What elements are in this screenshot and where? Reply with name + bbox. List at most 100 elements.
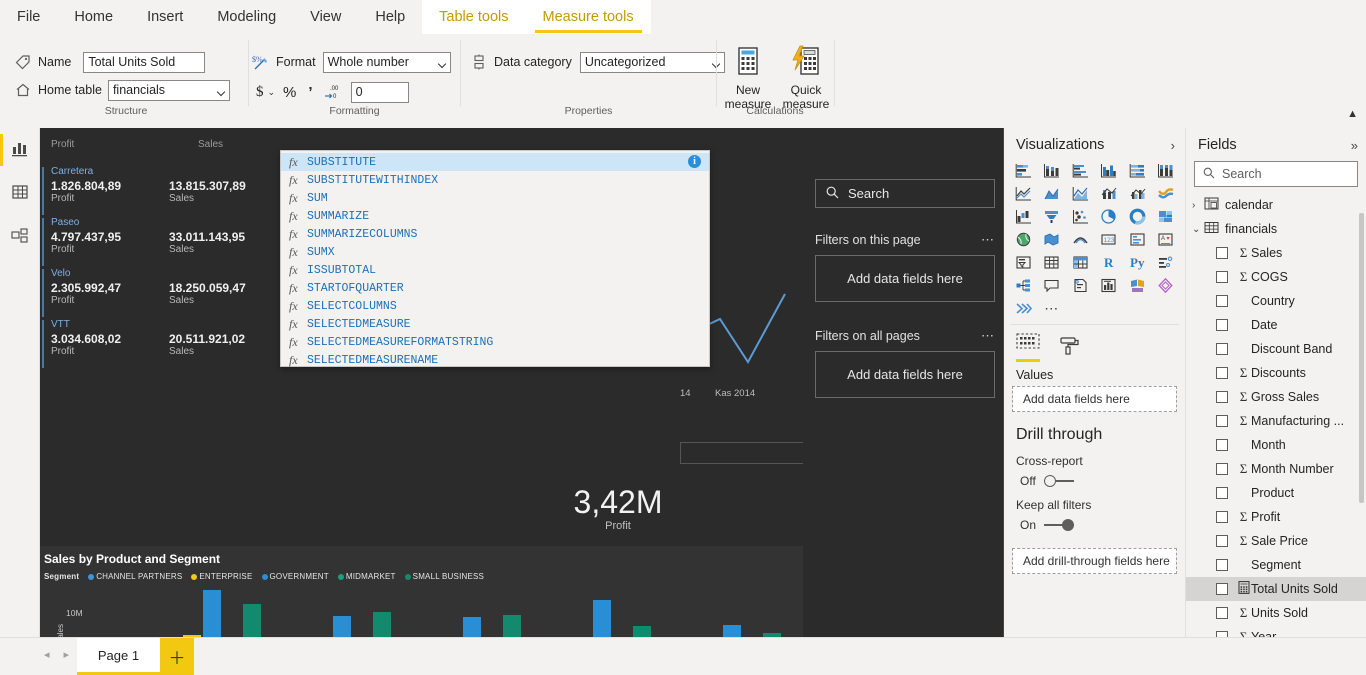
decrease-decimals-icon[interactable]: .00 0 [324,83,342,101]
percent-format-button[interactable]: % [283,84,296,101]
field-item-month[interactable]: Month [1186,433,1366,457]
field-checkbox[interactable] [1216,511,1228,523]
filters-search-box[interactable]: Search [815,179,995,208]
field-checkbox[interactable] [1216,247,1228,259]
quick-measure-button[interactable]: Quick measure [778,44,834,111]
autocomplete-item[interactable]: fx SUBSTITUTE i [281,153,709,171]
power-apps-icon[interactable] [1123,274,1152,297]
currency-dropdown-chevron-icon[interactable]: ⌄ [268,87,276,98]
info-icon[interactable]: i [688,155,701,168]
ribbon-tab-help[interactable]: Help [358,0,422,34]
bar-group[interactable]: Amarilla [553,588,663,637]
data-category-select[interactable]: Uncategorized [579,51,725,73]
tab-fields[interactable] [1016,333,1040,362]
stacked-column-chart-icon[interactable] [1038,159,1067,182]
kpi-icon[interactable]: A [1152,228,1181,251]
fields-search-input[interactable]: Search [1194,161,1358,187]
field-checkbox[interactable] [1216,415,1228,427]
expand-visualizations-chevron-icon[interactable]: › [1171,138,1175,153]
currency-format-button[interactable]: $ [256,84,264,101]
field-item-country[interactable]: Country [1186,289,1366,313]
bar-group[interactable]: Paseo [163,588,273,637]
smart-narrative-icon[interactable] [1066,274,1095,297]
bar-group[interactable]: Velo Product [423,588,533,637]
new-measure-button[interactable]: New measure [720,44,776,111]
ribbon-tab-home[interactable]: Home [57,0,130,34]
thousands-separator-button[interactable]: ’ [308,84,312,101]
clustered-bar-chart-icon[interactable] [1066,159,1095,182]
field-item-sale-price[interactable]: Σ Sale Price [1186,529,1366,553]
key-influencers-icon[interactable] [1152,251,1181,274]
bar-chart-visual[interactable]: Sales by Product and Segment Segment CHA… [40,546,803,637]
ribbon-tab-insert[interactable]: Insert [130,0,200,34]
scatter-chart-icon[interactable] [1066,205,1095,228]
field-item-segment[interactable]: Segment [1186,553,1366,577]
chevron-right-icon[interactable]: › [1192,200,1204,211]
line-stacked-column-chart-icon[interactable] [1095,182,1124,205]
python-visual-icon[interactable]: Py [1123,251,1152,274]
keep-all-filters-toggle[interactable] [1044,519,1075,531]
more-options-icon[interactable]: ⋯ [1038,297,1067,320]
field-checkbox[interactable] [1216,583,1228,595]
card-row[interactable]: Paseo 4.797.437,95 Profit 33.011.143,95 … [42,217,287,266]
dax-autocomplete-dropdown[interactable]: fx SUBSTITUTE i fx SUBSTITUTEWITHINDEX f… [280,150,710,367]
arcgis-map-icon[interactable] [1066,228,1095,251]
bar-government[interactable] [333,616,351,637]
fields-scrollbar[interactable] [1359,213,1364,503]
autocomplete-item[interactable]: fx SELECTCOLUMNS [281,297,709,315]
matrix-icon[interactable] [1066,251,1095,274]
card-row[interactable]: VTT 3.034.608,02 Profit 20.511.921,02 Sa… [42,319,287,368]
expand-fields-chevron-icon[interactable]: » [1351,138,1358,153]
line-chart-icon[interactable] [1009,182,1038,205]
values-dropzone[interactable]: Add data fields here [1012,386,1177,412]
chevron-down-icon[interactable]: ⌄ [1192,224,1204,235]
autocomplete-item[interactable]: fx SUM [281,189,709,207]
field-item-product[interactable]: Product [1186,481,1366,505]
field-checkbox[interactable] [1216,439,1228,451]
previous-page-icon[interactable]: ◂ [44,648,50,661]
fields-table-financials[interactable]: ⌄ financials [1186,217,1366,241]
filters-section-menu-icon[interactable]: ⋯ [981,328,995,344]
autocomplete-item[interactable]: fx SELECTEDMEASURENAME [281,351,709,369]
bar-government[interactable] [463,617,481,637]
home-table-select[interactable]: financials [107,79,230,101]
clustered-column-chart-icon[interactable] [1095,159,1124,182]
autocomplete-item[interactable]: fx SUMMARIZE [281,207,709,225]
autocomplete-item[interactable]: fx SUMMARIZECOLUMNS [281,225,709,243]
field-checkbox[interactable] [1216,487,1228,499]
field-checkbox[interactable] [1216,271,1228,283]
field-checkbox[interactable] [1216,367,1228,379]
power-automate-icon[interactable] [1152,274,1181,297]
field-item-cogs[interactable]: Σ COGS [1186,265,1366,289]
field-item-gross-sales[interactable]: Σ Gross Sales [1186,385,1366,409]
field-item-total-units-sold[interactable]: Total Units Sold [1186,577,1366,601]
field-item-date[interactable]: Date [1186,313,1366,337]
line-clustered-column-chart-icon[interactable] [1123,182,1152,205]
field-item-sales[interactable]: Σ Sales [1186,241,1366,265]
field-checkbox[interactable] [1216,463,1228,475]
drill-through-dropzone[interactable]: Add drill-through fields here [1012,548,1177,574]
card-icon[interactable]: 123 [1095,228,1124,251]
field-item-profit[interactable]: Σ Profit [1186,505,1366,529]
get-more-visuals-icon[interactable] [1009,297,1038,320]
field-item-discount-band[interactable]: Discount Band [1186,337,1366,361]
autocomplete-item[interactable]: fx SUMX [281,243,709,261]
decimal-places-input[interactable]: 0 [350,81,409,103]
canvas-slicer-search-box[interactable] [680,442,803,464]
pie-chart-icon[interactable] [1095,205,1124,228]
bar-small-business[interactable] [373,612,391,637]
add-page-button[interactable]: ＋ [160,638,194,675]
field-item-discounts[interactable]: Σ Discounts [1186,361,1366,385]
field-checkbox[interactable] [1216,319,1228,331]
q-and-a-icon[interactable] [1038,274,1067,297]
field-item-units-sold[interactable]: Σ Units Sold [1186,601,1366,625]
bar-small-business[interactable] [243,604,261,637]
autocomplete-item[interactable]: fx SELECTEDMEASURE [281,315,709,333]
multi-row-card-icon[interactable] [1123,228,1152,251]
field-checkbox[interactable] [1216,295,1228,307]
field-item-month-number[interactable]: Σ Month Number [1186,457,1366,481]
area-chart-icon[interactable] [1038,182,1067,205]
ribbon-tab-file[interactable]: File [0,0,57,34]
decomposition-tree-icon[interactable] [1009,274,1038,297]
stacked-bar-chart-icon[interactable] [1009,159,1038,182]
